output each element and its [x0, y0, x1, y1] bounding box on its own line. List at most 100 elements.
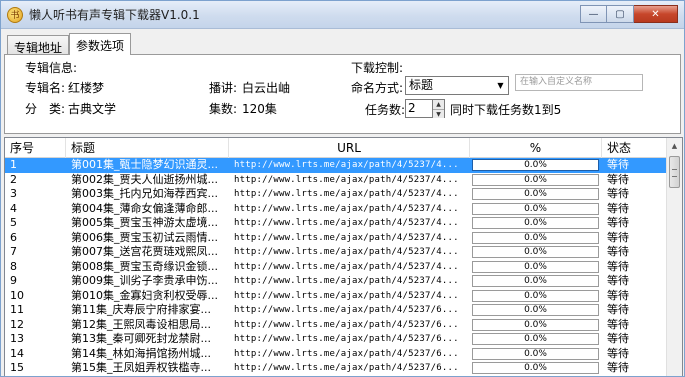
tab-album-url[interactable]: 专辑地址 — [7, 35, 70, 55]
chevron-down-icon[interactable]: ▼ — [493, 77, 508, 94]
row-number: 1 — [10, 158, 17, 171]
row-title: 第12集_王熙凤毒设相思局... — [71, 317, 211, 331]
progress-bar: 0.0% — [472, 289, 599, 302]
maximize-button[interactable]: ▢ — [607, 5, 634, 23]
progress-bar: 0.0% — [472, 347, 599, 360]
table-row[interactable]: 4 第004集_薄命女偏逢薄命郎... http://www.lrts.me/aja… — [5, 202, 667, 217]
spin-down-icon[interactable]: ▼ — [433, 109, 444, 118]
anchor-label: 播讲: — [209, 81, 238, 95]
row-url: http://www.lrts.me/ajax/path/4/5237/6... — [234, 348, 459, 359]
table-row[interactable]: 15 第15集_王凤姐弄权铁槛寺... http://www.lrts.me/aja… — [5, 361, 667, 376]
table-row[interactable]: 8 第008集_贾宝玉奇缘识金锁... http://www.lrts.me/aja… — [5, 260, 667, 275]
spin-up-icon[interactable]: ▲ — [433, 100, 444, 109]
row-status: 等待 — [607, 259, 629, 273]
row-progress: 0.0% — [470, 158, 602, 173]
episodes-label: 集数: — [209, 102, 238, 116]
progress-bar: 0.0% — [472, 246, 599, 258]
row-progress: 0.0% — [470, 173, 602, 188]
table-row[interactable]: 14 第14集_林如海捐馆扬州城... http://www.lrts.me/aja… — [5, 347, 667, 362]
episode-list[interactable]: 序号 标题 URL % 状态 1 第001集_甄士隐梦幻识通灵... http://… — [4, 137, 683, 376]
custom-name-input[interactable]: 在输入自定义名称 — [515, 74, 643, 91]
row-title: 第11集_庆寿辰宁府排家宴... — [71, 303, 211, 316]
row-number: 15 — [10, 361, 24, 374]
row-url: http://www.lrts.me/ajax/path/4/5237/4... — [234, 160, 459, 170]
row-status: 等待 — [607, 332, 629, 345]
row-url: http://www.lrts.me/ajax/path/4/5237/4... — [234, 290, 459, 301]
progress-bar: 0.0% — [472, 173, 599, 186]
close-button[interactable]: ✕ — [634, 5, 678, 23]
progress-bar: 0.0% — [472, 318, 599, 331]
column-header-no[interactable]: 序号 — [5, 138, 66, 158]
category-label: 分 类: — [25, 102, 66, 116]
row-progress: 0.0% — [470, 187, 602, 202]
table-row[interactable]: 2 第002集_贾夫人仙逝扬州城... http://www.lrts.me/aja… — [5, 173, 667, 188]
row-status: 等待 — [607, 158, 629, 171]
row-url: http://www.lrts.me/ajax/path/4/5237/4... — [234, 247, 459, 257]
progress-bar: 0.0% — [472, 202, 599, 215]
table-row[interactable]: 3 第003集_托内兄如海荐西宾... http://www.lrts.me/aja… — [5, 187, 667, 202]
row-number: 7 — [10, 245, 17, 258]
progress-bar: 0.0% — [472, 260, 599, 273]
progress-bar: 0.0% — [472, 304, 599, 316]
row-title: 第010集_金寡妇贪利权受辱... — [71, 288, 218, 302]
row-url: http://www.lrts.me/ajax/path/4/5237/6... — [234, 305, 459, 315]
params-panel: 专辑信息: 专辑名: 红楼梦 播讲: 白云出岫 分 类: 古典文学 集数: 12… — [4, 54, 681, 134]
scroll-up-icon[interactable]: ▲ — [667, 138, 682, 154]
table-row[interactable]: 13 第13集_秦可卿死封龙禁尉... http://www.lrts.me/aja… — [5, 332, 667, 347]
table-row[interactable]: 12 第12集_王熙凤毒设相思局... http://www.lrts.me/aja… — [5, 318, 667, 333]
row-progress: 0.0% — [470, 245, 602, 260]
naming-select-value: 标题 — [409, 78, 434, 92]
column-header-percent[interactable]: % — [470, 138, 602, 158]
anchor-value: 白云出岫 — [242, 81, 291, 95]
row-status: 等待 — [607, 216, 629, 229]
row-title: 第009集_训劣子李贵承申饬... — [71, 274, 218, 287]
list-rows: 1 第001集_甄士隐梦幻识通灵... http://www.lrts.me/aja… — [5, 158, 667, 376]
window-title: 懒人听书有声专辑下载器V1.0.1 — [29, 8, 200, 22]
column-header-status[interactable]: 状态 — [602, 138, 667, 158]
table-row[interactable]: 5 第005集_贾宝玉神游太虚境... http://www.lrts.me/aja… — [5, 216, 667, 231]
row-title: 第004集_薄命女偏逢薄命郎... — [71, 201, 218, 215]
row-status: 等待 — [607, 245, 629, 258]
column-header-title[interactable]: 标题 — [66, 138, 229, 158]
row-status: 等待 — [607, 274, 629, 287]
row-progress: 0.0% — [470, 274, 602, 289]
row-title: 第006集_贾宝玉初试云雨情... — [71, 230, 218, 244]
minimize-button[interactable]: — — [580, 5, 607, 23]
row-number: 4 — [10, 201, 17, 215]
row-status: 等待 — [607, 230, 629, 244]
row-number: 3 — [10, 187, 17, 200]
table-row[interactable]: 11 第11集_庆寿辰宁府排家宴... http://www.lrts.me/aja… — [5, 303, 667, 318]
row-number: 10 — [10, 288, 24, 302]
row-progress: 0.0% — [470, 318, 602, 333]
progress-bar: 0.0% — [472, 159, 599, 171]
row-title: 第002集_贾夫人仙逝扬州城... — [71, 172, 218, 186]
vertical-scrollbar[interactable]: ▲ — [666, 138, 682, 376]
row-title: 第14集_林如海捐馆扬州城... — [71, 346, 211, 360]
row-number: 6 — [10, 230, 17, 244]
table-row[interactable]: 10 第010集_金寡妇贪利权受辱... http://www.lrts.me/aj… — [5, 289, 667, 304]
row-url: http://www.lrts.me/ajax/path/4/5237/4... — [234, 203, 459, 214]
row-status: 等待 — [607, 361, 629, 374]
scroll-thumb[interactable] — [669, 156, 680, 188]
row-url: http://www.lrts.me/ajax/path/4/5237/4... — [234, 261, 459, 272]
task-count-input[interactable]: 2 — [405, 99, 433, 118]
row-url: http://www.lrts.me/ajax/path/4/5237/6... — [234, 363, 459, 373]
row-status: 等待 — [607, 172, 629, 186]
column-header-url[interactable]: URL — [229, 138, 470, 158]
tab-params[interactable]: 参数选项 — [69, 33, 132, 55]
table-row[interactable]: 7 第007集_送宫花贾琏戏熙凤... http://www.lrts.me/aja… — [5, 245, 667, 260]
row-status: 等待 — [607, 201, 629, 215]
row-url: http://www.lrts.me/ajax/path/4/5237/4... — [234, 174, 459, 185]
row-url: http://www.lrts.me/ajax/path/4/5237/6... — [234, 319, 459, 330]
row-title: 第008集_贾宝玉奇缘识金锁... — [71, 259, 218, 273]
table-row[interactable]: 1 第001集_甄士隐梦幻识通灵... http://www.lrts.me/aja… — [5, 158, 667, 173]
table-row[interactable]: 9 第009集_训劣子李贵承申饬... http://www.lrts.me/aja… — [5, 274, 667, 289]
table-row[interactable]: 6 第006集_贾宝玉初试云雨情... http://www.lrts.me/aja… — [5, 231, 667, 246]
task-count-stepper[interactable]: ▲ ▼ — [433, 99, 445, 118]
naming-label: 命名方式: — [351, 81, 404, 95]
title-bar[interactable]: 书 懒人听书有声专辑下载器V1.0.1 — ▢ ✕ — [1, 1, 684, 29]
download-control-group-title: 下载控制: — [351, 61, 404, 75]
naming-select[interactable]: 标题 ▼ — [405, 76, 509, 95]
album-name-label: 专辑名: — [25, 81, 66, 95]
row-title: 第13集_秦可卿死封龙禁尉... — [71, 332, 211, 345]
